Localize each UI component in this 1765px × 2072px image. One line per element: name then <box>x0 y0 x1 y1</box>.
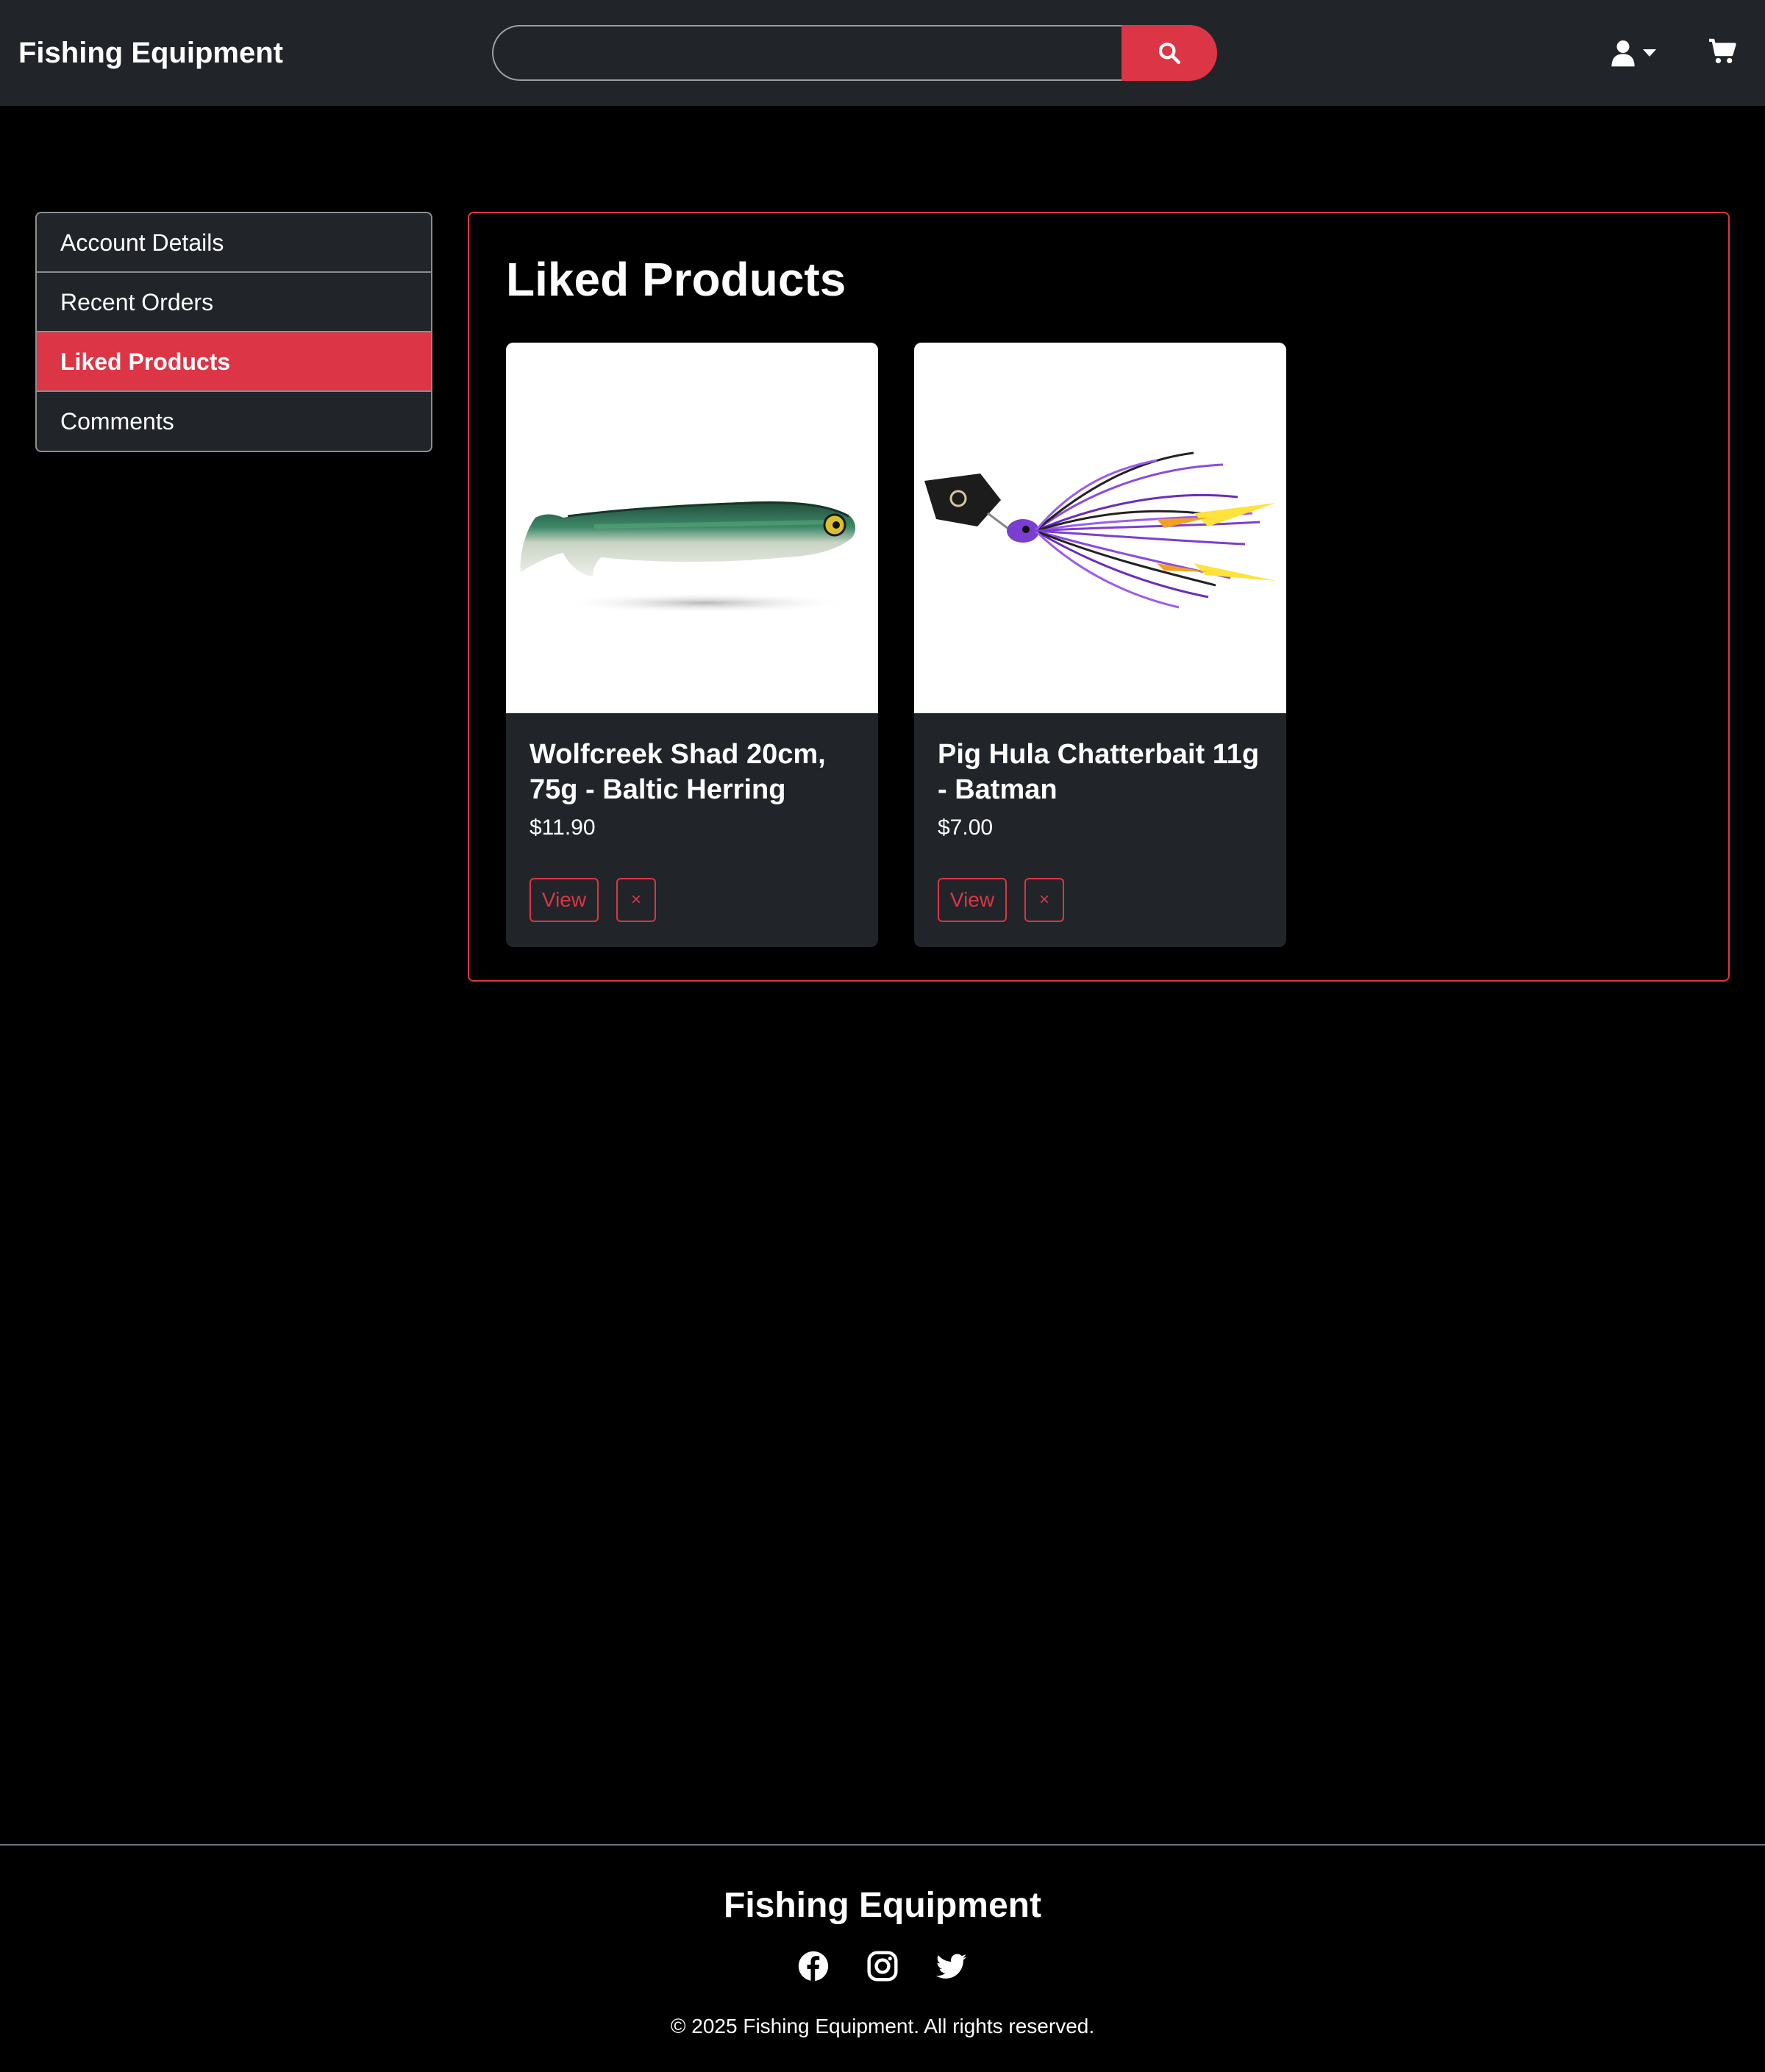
liked-products-panel: Liked Products Wolfcreek Shad 20cm, 75g … <box>468 212 1730 982</box>
product-image-shad-lure[interactable] <box>506 343 878 713</box>
sidebar-item-account-details[interactable]: Account Details <box>37 213 431 273</box>
facebook-icon[interactable] <box>797 1950 830 1982</box>
product-price: $11.90 <box>530 815 596 840</box>
page-title: Liked Products <box>506 253 846 306</box>
brand-logo[interactable]: Fishing Equipment <box>18 32 283 74</box>
search-bar <box>492 25 1217 81</box>
product-image-chatterbait[interactable] <box>914 343 1286 713</box>
copyright-text: © 2025 Fishing Equipment. All rights res… <box>670 2015 1095 2037</box>
search-button[interactable] <box>1122 25 1217 81</box>
account-sidebar: Account Details Recent Orders Liked Prod… <box>35 212 432 452</box>
view-product-button[interactable]: View <box>938 878 1007 922</box>
cart-button[interactable] <box>1708 38 1737 68</box>
product-price: $7.00 <box>938 815 994 840</box>
sidebar-item-comments[interactable]: Comments <box>37 392 431 451</box>
instagram-icon[interactable] <box>866 1950 899 1982</box>
sidebar-item-recent-orders[interactable]: Recent Orders <box>37 273 431 332</box>
social-links <box>797 1950 968 1982</box>
remove-liked-button[interactable]: × <box>616 878 656 922</box>
site-footer: Fishing Equipment © 2025 Fishing Equipme… <box>0 1844 1765 2072</box>
caret-down-icon <box>1643 49 1656 57</box>
user-menu-toggle[interactable] <box>1611 38 1664 68</box>
view-product-button[interactable]: View <box>530 878 599 922</box>
remove-liked-button[interactable]: × <box>1024 878 1064 922</box>
cart-icon <box>1709 38 1736 64</box>
product-card: Pig Hula Chatterbait 11g - Batman $7.00 … <box>914 343 1286 947</box>
product-card: Wolfcreek Shad 20cm, 75g - Baltic Herrin… <box>506 343 878 947</box>
top-navbar: Fishing Equipment <box>0 0 1765 106</box>
product-name: Wolfcreek Shad 20cm, 75g - Baltic Herrin… <box>530 739 826 805</box>
footer-brand: Fishing Equipment <box>724 1886 1041 1925</box>
user-icon <box>1611 40 1635 67</box>
product-name: Pig Hula Chatterbait 11g - Batman <box>938 739 1260 805</box>
sidebar-item-liked-products[interactable]: Liked Products <box>37 332 431 392</box>
twitter-icon[interactable] <box>935 1950 968 1982</box>
search-input[interactable] <box>492 25 1123 81</box>
search-icon <box>1158 42 1181 65</box>
